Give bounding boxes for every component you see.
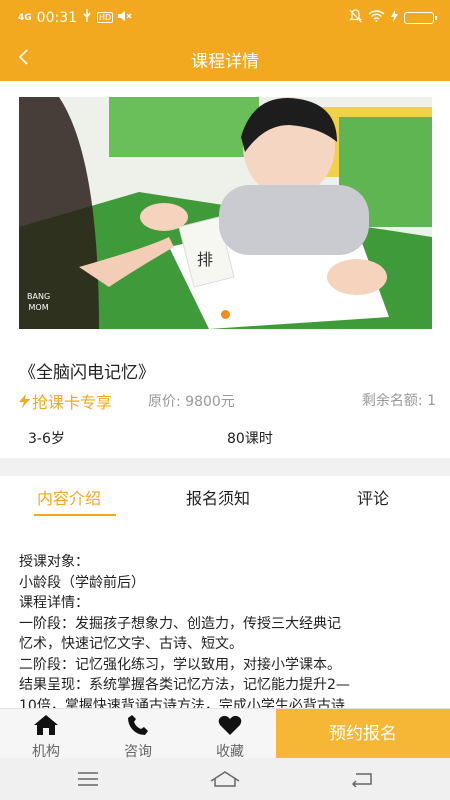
description-line: 结果呈现：系统掌握各类记忆方法，记忆能力提升2—	[19, 677, 350, 693]
svg-text:排: 排	[197, 250, 213, 269]
battery-icon	[404, 12, 437, 24]
network-indicator: 4G	[18, 12, 32, 23]
menu-button[interactable]	[68, 767, 108, 791]
description-line: 10倍，掌握快速背诵古诗方法，完成小学生必背古诗	[19, 697, 345, 709]
enroll-button[interactable]: 预约报名	[276, 709, 450, 759]
page-title: 课程详情	[191, 52, 259, 72]
carousel-dots	[19, 310, 432, 319]
consult-button[interactable]: 咨询	[108, 713, 168, 761]
notification-off-icon	[349, 9, 362, 27]
course-hours: 80课时	[227, 431, 273, 447]
description-line: 二阶段：记忆强化练习，学以致用，对接小学课本。	[19, 656, 341, 673]
usb-icon	[82, 9, 92, 26]
original-price: 原价: 9800元	[148, 394, 235, 410]
banner-photo: 排	[19, 97, 432, 329]
favorite-button[interactable]: 收藏	[200, 713, 260, 761]
volume-mute-icon	[118, 10, 132, 26]
charging-icon	[391, 10, 398, 26]
menu-icon	[78, 772, 98, 786]
tab-registration-notes[interactable]: 报名须知	[186, 485, 250, 509]
promo-text: 抢课卡专享	[32, 393, 113, 412]
course-description: 授课对象： 小龄段（学龄前后） 课程详情： 一阶段：发掘孩子想象力、创造力，传授…	[19, 552, 439, 708]
description-line: 小龄段（学龄前后）	[19, 574, 145, 591]
return-icon	[351, 773, 372, 787]
description-line: 一阶段：发掘孩子想象力、创造力，传授三大经典记	[19, 615, 341, 632]
system-nav-bar	[0, 758, 450, 800]
bottom-action-bar: 机构 咨询 收藏 预约报名	[0, 708, 450, 761]
carousel-dot[interactable]	[239, 310, 248, 319]
hd-badge: HD	[97, 12, 114, 23]
description-line: 忆术，快速记忆文字、古诗、短文。	[19, 636, 243, 652]
remaining-slots: 剩余名额: 1	[361, 393, 436, 409]
carousel-dot-active[interactable]	[221, 310, 230, 319]
nav-bar: 课程详情	[0, 34, 450, 81]
clock: 00:31	[36, 9, 78, 26]
tab-active-indicator	[34, 514, 116, 516]
tab-comments[interactable]: 评论	[357, 485, 389, 509]
home-nav-button[interactable]	[205, 767, 245, 791]
home-icon	[34, 715, 58, 735]
wifi-icon	[368, 10, 385, 26]
banner-carousel[interactable]: 排 BANG MOM	[19, 97, 432, 329]
tab-bar: 内容介绍 报名须知 评论	[0, 476, 450, 524]
age-range: 3-6岁	[28, 431, 65, 447]
description-line: 课程详情：	[19, 595, 89, 611]
home-outline-icon	[210, 771, 240, 787]
description-line: 授课对象：	[19, 554, 89, 570]
heart-icon	[218, 715, 242, 735]
carousel-dot[interactable]	[203, 310, 212, 319]
status-bar: 4G 00:31 HD	[0, 0, 450, 34]
org-button[interactable]: 机构	[16, 713, 76, 761]
tab-content-intro[interactable]: 内容介绍	[37, 485, 101, 509]
section-divider	[0, 458, 450, 476]
lightning-icon	[19, 394, 30, 408]
promo-label: 抢课卡专享	[19, 389, 112, 413]
back-nav-button[interactable]	[342, 767, 382, 791]
phone-icon	[128, 715, 148, 735]
course-title: 《全脑闪电记忆》	[19, 363, 155, 383]
